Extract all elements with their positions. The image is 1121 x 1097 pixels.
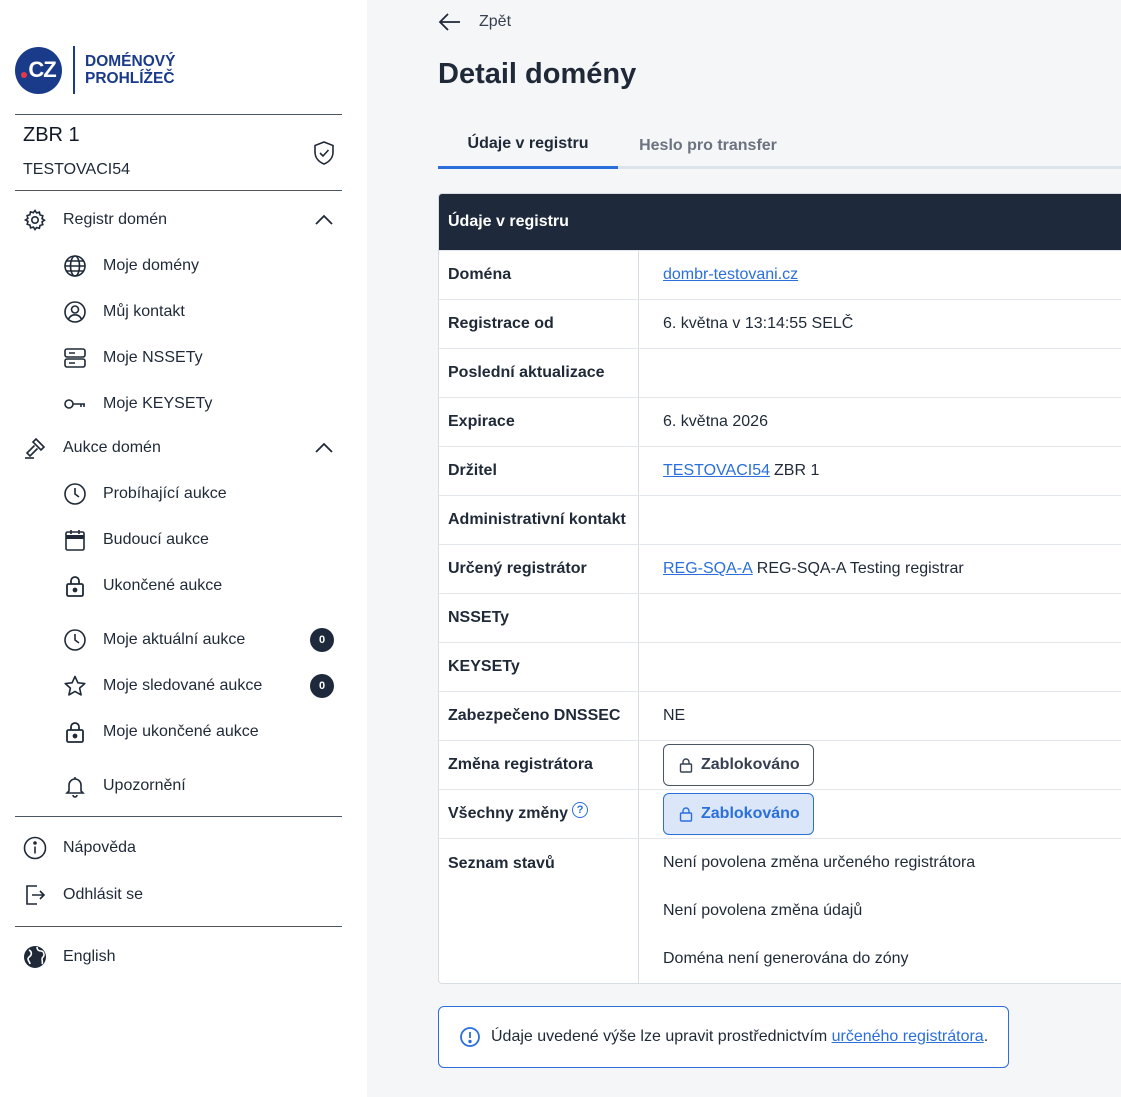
page-title: Detail domény <box>438 58 637 90</box>
clock-icon <box>63 482 87 506</box>
tab-registry-data[interactable]: Údaje v registru <box>438 122 618 169</box>
domain-link[interactable]: dombr-testovani.cz <box>663 266 798 284</box>
user-name: ZBR 1 <box>23 124 80 146</box>
logo[interactable]: CZ DOMÉNOVÝ PROHLÍŽEČ <box>15 45 175 95</box>
nav-my-finished-auctions[interactable]: Moje ukončené aukce <box>0 712 367 752</box>
gavel-icon <box>23 436 47 460</box>
info-icon <box>23 836 47 860</box>
nav-finished-auctions[interactable]: Ukončené aukce <box>0 566 367 606</box>
chevron-up-icon[interactable] <box>312 208 336 232</box>
info-banner: Údaje uvedené výše lze upravit prostředn… <box>438 1006 1009 1068</box>
count-badge: 0 <box>310 628 334 652</box>
divider <box>15 114 342 115</box>
table-row-updated: Poslední aktualizace <box>439 348 1121 397</box>
list-item: Není povolena změna určeného registrátor… <box>663 854 976 871</box>
table-row-dnssec: Zabezpečeno DNSSEC NE <box>439 691 1121 740</box>
server-icon <box>63 346 87 370</box>
nav-language[interactable]: English <box>0 937 367 977</box>
lock-icon <box>63 574 87 598</box>
back-link[interactable]: Zpět <box>438 10 511 34</box>
globe-icon <box>63 254 87 278</box>
star-icon <box>63 674 87 698</box>
lock-icon <box>679 807 693 822</box>
calendar-icon <box>63 528 87 552</box>
nav-my-keysets[interactable]: Moje KEYSETy <box>0 384 367 424</box>
nav-auctions[interactable]: Aukce domén <box>0 428 367 468</box>
nav-help[interactable]: Nápověda <box>0 828 367 868</box>
table-header: Údaje v registru <box>439 194 1121 250</box>
cz-logo-icon: CZ <box>15 46 62 94</box>
nav-future-auctions[interactable]: Budoucí aukce <box>0 520 367 560</box>
table-row-registrar: Určený registrátor REG-SQA-A REG-SQA-A T… <box>439 544 1121 593</box>
key-icon <box>63 392 87 416</box>
designated-registrar-link[interactable]: určeného registrátora <box>832 1028 984 1046</box>
table-row-holder: Držitel TESTOVACI54 ZBR 1 <box>439 446 1121 495</box>
count-badge: 0 <box>310 674 334 698</box>
divider <box>15 190 342 191</box>
divider <box>15 926 342 927</box>
nav-ongoing-auctions[interactable]: Probíhající aukce <box>0 474 367 514</box>
list-item: Není povolena změna údajů <box>663 902 863 919</box>
logout-icon <box>23 883 47 907</box>
lock-icon <box>63 720 87 744</box>
table-row-registrar-change: Změna registrátora Zablokováno <box>439 740 1121 789</box>
user-handle: TESTOVACI54 <box>23 161 130 178</box>
info-circle-icon <box>460 1027 480 1047</box>
globe-filled-icon <box>23 945 47 969</box>
nav-notifications[interactable]: Upozornění <box>0 766 367 806</box>
clock-icon <box>63 628 87 652</box>
gear-icon <box>23 208 47 232</box>
nav-my-current-auctions[interactable]: Moje aktuální aukce 0 <box>0 620 367 660</box>
table-row-admin: Administrativní kontakt <box>439 495 1121 544</box>
sidebar: CZ DOMÉNOVÝ PROHLÍŽEČ ZBR 1 TESTOVACI54 … <box>0 0 367 1097</box>
bell-icon <box>63 774 87 798</box>
logo-divider <box>73 46 75 94</box>
table-row-all-changes: Všechny změny ? Zablokováno <box>439 789 1121 838</box>
table-row-registered: Registrace od 6. května v 13:14:55 SELČ <box>439 299 1121 348</box>
nav-my-contact[interactable]: Můj kontakt <box>0 292 367 332</box>
tab-bar: Údaje v registru Heslo pro transfer <box>438 122 1121 169</box>
all-changes-lock-button[interactable]: Zablokováno <box>663 793 814 835</box>
list-item: Doména není generována do zóny <box>663 950 909 967</box>
nav-my-watched-auctions[interactable]: Moje sledované aukce 0 <box>0 666 367 706</box>
chevron-up-icon[interactable] <box>312 436 336 460</box>
registrar-change-lock-button[interactable]: Zablokováno <box>663 744 814 786</box>
table-row-keysets: KEYSETy <box>439 642 1121 691</box>
nav-registry[interactable]: Registr domén <box>0 200 367 240</box>
table-row-states: Seznam stavů Není povolena změna určenéh… <box>439 838 1121 983</box>
tab-transfer-password[interactable]: Heslo pro transfer <box>618 122 798 169</box>
registry-table: Údaje v registru Doména dombr-testovani.… <box>438 193 1121 984</box>
states-list: Není povolena změna určeného registrátor… <box>639 839 1121 983</box>
table-row-expiration: Expirace 6. května 2026 <box>439 397 1121 446</box>
shield-check-icon <box>314 141 334 165</box>
logo-text: DOMÉNOVÝ PROHLÍŽEČ <box>85 53 176 87</box>
user-circle-icon <box>63 300 87 324</box>
lock-icon <box>679 758 693 773</box>
nav-my-nssets[interactable]: Moje NSSETy <box>0 338 367 378</box>
divider <box>15 816 342 817</box>
arrow-left-icon <box>438 13 460 31</box>
nav-my-domains[interactable]: Moje domény <box>0 246 367 286</box>
holder-link[interactable]: TESTOVACI54 <box>663 462 770 480</box>
registrar-link[interactable]: REG-SQA-A <box>663 560 753 578</box>
nav-logout[interactable]: Odhlásit se <box>0 875 367 915</box>
table-row-domain: Doména dombr-testovani.cz <box>439 250 1121 299</box>
help-question-icon[interactable]: ? <box>572 802 589 818</box>
table-row-nssets: NSSETy <box>439 593 1121 642</box>
